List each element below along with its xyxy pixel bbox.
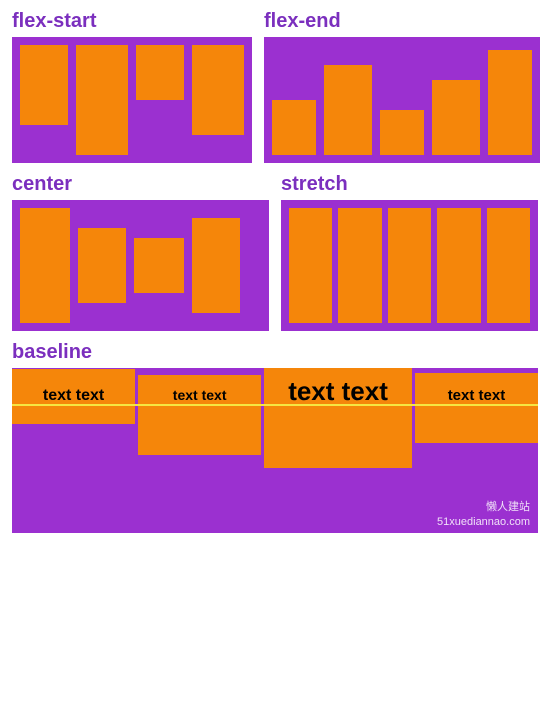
center-label: center [12, 173, 269, 196]
stretch-block-4 [437, 208, 480, 323]
stretch-section: stretch [281, 173, 538, 331]
baseline-section: baseline text text text text text text t… [12, 341, 538, 691]
flex-end-block-3 [380, 110, 424, 155]
baseline-item-4: text text [415, 373, 538, 443]
row-2: center stretch [12, 173, 538, 331]
flex-end-label: flex-end [264, 10, 540, 33]
watermark-line1: 懒人建站 [437, 500, 530, 514]
baseline-wrapper: text text text text text text text text [12, 368, 538, 533]
baseline-text-1: text text [43, 387, 104, 405]
flex-end-block-1 [272, 100, 316, 155]
center-demo [12, 200, 269, 331]
flex-end-block-4 [432, 80, 480, 155]
stretch-block-5 [487, 208, 530, 323]
flex-start-block-1 [20, 45, 68, 125]
flex-end-block-2 [324, 65, 372, 155]
flex-start-block-4 [192, 45, 244, 135]
flex-end-section: flex-end [264, 10, 540, 163]
baseline-text-2: text text [173, 387, 227, 403]
flex-start-demo [12, 37, 252, 163]
baseline-text-4: text text [448, 387, 506, 404]
flex-end-demo [264, 37, 540, 163]
stretch-label: stretch [281, 173, 538, 196]
baseline-item-3: text text [264, 368, 415, 468]
baseline-text-3: text text [288, 376, 388, 407]
stretch-block-2 [338, 208, 381, 323]
flex-start-block-3 [136, 45, 184, 100]
watermark-line2: 51xuediannao.com [437, 515, 530, 529]
baseline-item-2: text text [138, 375, 264, 455]
center-block-3 [134, 238, 184, 293]
stretch-demo [281, 200, 538, 331]
page-container: flex-start flex-end center [0, 0, 550, 701]
stretch-block-3 [388, 208, 431, 323]
flex-start-section: flex-start [12, 10, 252, 163]
row-1: flex-start flex-end [12, 10, 538, 163]
flex-start-label: flex-start [12, 10, 252, 33]
baseline-line [12, 404, 538, 406]
baseline-label: baseline [12, 341, 538, 364]
baseline-item-1: text text [12, 369, 138, 424]
center-block-2 [78, 228, 126, 303]
center-section: center [12, 173, 269, 331]
center-block-1 [20, 208, 70, 323]
watermark: 懒人建站 51xuediannao.com [437, 500, 530, 529]
flex-end-block-5 [488, 50, 532, 155]
center-block-4 [192, 218, 240, 313]
flex-start-block-2 [76, 45, 128, 155]
stretch-block-1 [289, 208, 332, 323]
